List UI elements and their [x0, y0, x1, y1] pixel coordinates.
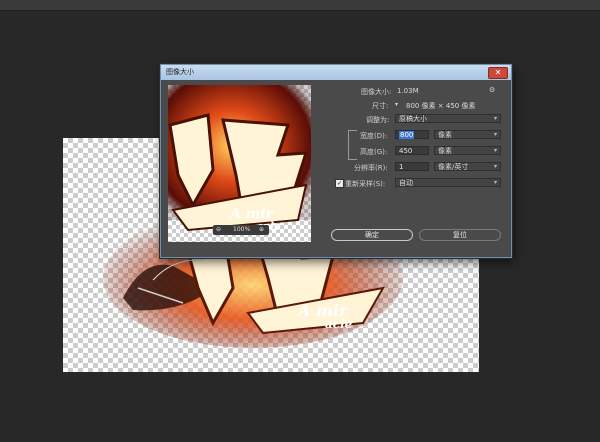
app-top-bar [0, 0, 600, 11]
resample-label: 重新采样(S): [345, 180, 386, 188]
image-preview[interactable]: A mir acle ⊖ 100% ⊕ [168, 85, 311, 242]
chevron-down-icon: ▾ [493, 115, 497, 122]
ok-button[interactable]: 确定 [331, 229, 413, 241]
svg-text:acle: acle [325, 317, 353, 331]
chevron-down-icon: ▾ [493, 163, 497, 170]
chain-link-icon[interactable] [348, 130, 357, 160]
resample-select[interactable]: 自动 ▾ [395, 178, 501, 187]
preview-zoom-bar: ⊖ 100% ⊕ [213, 225, 269, 235]
width-unit-select[interactable]: 像素 ▾ [434, 130, 501, 139]
zoom-level: 100% [233, 226, 251, 233]
width-unit: 像素 [438, 131, 452, 139]
zoom-in-icon[interactable]: ⊕ [259, 226, 264, 233]
image-size-label: 图像大小: [361, 88, 392, 96]
resolution-unit: 像素/英寸 [438, 163, 469, 171]
height-unit-select[interactable]: 像素 ▾ [434, 146, 501, 155]
zoom-out-icon[interactable]: ⊖ [216, 226, 221, 233]
image-size-value: 1.03M [397, 87, 419, 95]
resample-checkbox[interactable]: ✓ [335, 179, 344, 188]
reset-button[interactable]: 复位 [419, 229, 501, 241]
resolution-label: 分辨率(R): [354, 164, 388, 172]
height-input[interactable]: 450 [395, 146, 429, 155]
dialog-title: 图像大小 [166, 68, 194, 76]
chevron-down-icon: ▾ [493, 147, 497, 154]
width-input[interactable]: 800 [395, 130, 429, 139]
resolution-input[interactable]: 1 [395, 162, 429, 171]
dimensions-label: 尺寸: [372, 102, 389, 110]
resolution-value: 1 [399, 163, 404, 171]
chevron-down-icon: ▾ [493, 131, 497, 138]
fit-to-label: 调整为: [366, 116, 390, 124]
resolution-unit-select[interactable]: 像素/英寸 ▾ [434, 162, 501, 171]
height-unit: 像素 [438, 147, 452, 155]
height-value: 450 [399, 147, 413, 155]
gear-icon[interactable]: ⚙ [489, 86, 495, 94]
chevron-down-icon: ▾ [493, 179, 497, 186]
preview-artwork: A mir acle [168, 85, 311, 233]
width-label: 宽度(D): [360, 132, 388, 140]
width-value: 800 [399, 131, 415, 139]
fit-to-value: 原稿大小 [399, 115, 427, 123]
fit-to-select[interactable]: 原稿大小 ▾ [395, 114, 501, 123]
height-label: 高度(G): [360, 148, 388, 156]
close-icon[interactable]: ✕ [488, 67, 508, 79]
dialog-titlebar[interactable]: 图像大小 ✕ [161, 65, 511, 80]
dimensions-dropdown-icon[interactable]: ▾ [395, 101, 398, 108]
resample-value: 自动 [399, 179, 413, 187]
dimensions-value: 800 像素 × 450 像素 [406, 102, 476, 110]
